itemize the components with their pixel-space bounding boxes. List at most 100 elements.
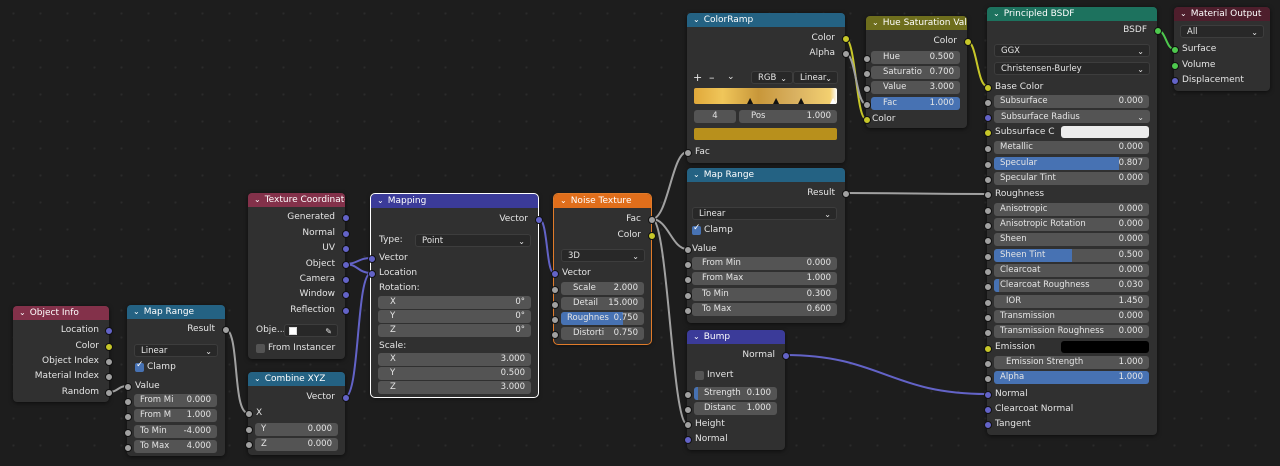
socket-metallic[interactable] [984,145,992,153]
chevron-down-icon[interactable]: ⌄ [254,372,261,386]
socket-displacement[interactable] [1171,77,1179,85]
scale-field[interactable]: Scale 2.000 [561,282,644,295]
scale-x-field[interactable]: X 3.000 [378,353,531,366]
socket-result[interactable] [842,190,850,198]
socket-bsdf[interactable] [1154,27,1162,35]
combine-xyz-node[interactable]: ⌄ Combine XYZ Vector X Y 0.000 Z 0.000 [245,372,350,455]
to-max-field[interactable]: To Max 0.600 [692,303,837,316]
interpolation-dropdown[interactable]: Linear ⌄ [793,71,838,84]
socket-alpha[interactable] [842,50,850,58]
anisotropic-rotation-field[interactable]: Anisotropic Rotation 0.000 [994,218,1149,231]
object-picker[interactable]: ✎ [284,324,338,337]
socket-fac[interactable] [863,101,871,109]
to-max-field[interactable]: To Max 4.000 [134,440,217,453]
transmission-field[interactable]: Transmission 0.000 [994,310,1149,323]
clamp-checkbox[interactable] [692,223,701,235]
colorramp-header[interactable]: ⌄ ColorRamp [687,13,845,27]
map-range-header[interactable]: ⌄ Map Range [127,305,225,319]
map-range-header[interactable]: ⌄ Map Range [687,168,845,182]
color-stop-handle-active[interactable]: ▲ [830,96,836,105]
socket-object[interactable] [342,261,350,269]
socket-x[interactable] [245,410,253,418]
z-field[interactable]: Z 0.000 [255,438,338,451]
socket-object-index[interactable] [105,358,113,366]
value-field[interactable]: Value 3.000 [871,81,960,94]
socket-z[interactable] [245,441,253,449]
distance-field[interactable]: Distanc 1.000 [694,402,777,415]
socket-color-in[interactable] [863,116,871,124]
socket-surface[interactable] [1171,46,1179,54]
detail-field[interactable]: Detail 15.000 [561,297,644,310]
chevron-down-icon[interactable]: ⌄ [693,168,700,182]
chevron-down-icon[interactable]: ⌄ [133,305,140,319]
socket-transmission[interactable] [984,314,992,322]
combine-xyz-header[interactable]: ⌄ Combine XYZ [248,372,345,386]
socket-sheen[interactable] [984,237,992,245]
socket-generated[interactable] [342,214,350,222]
socket-detail[interactable] [551,301,559,309]
noise-texture-node[interactable]: ⌄ Noise Texture Fac Color 3D ⌄ Vector Scal… [551,193,656,345]
remove-stop-button[interactable]: – [709,71,715,84]
socket-normal[interactable] [984,391,992,399]
socket-to-max[interactable] [124,444,132,452]
subsurface-field[interactable]: Subsurface 0.000 [994,95,1149,108]
from-min-field[interactable]: From Mi 0.000 [134,394,217,407]
chevron-down-icon[interactable]: ⌄ [1180,7,1187,21]
socket-subsurface-radius[interactable] [984,114,992,122]
from-instancer-checkbox[interactable] [256,344,265,353]
object-info-node[interactable]: ⌄ Object Info Location Color Object Index… [13,306,113,402]
socket-window[interactable] [342,291,350,299]
socket-anisotropic-rotation[interactable] [984,222,992,230]
socket-value[interactable] [863,85,871,93]
mapping-node[interactable]: ⌄ Mapping Vector Type: Point ⌄ Vector Loca… [368,193,543,398]
map-range-node-2[interactable]: ⌄Map Range Result Linear⌄ Clamp Value Fr… [684,168,850,323]
hue-saturation-value-node[interactable]: ⌄Hue Saturation Value Color Hue 0.500 Sat… [863,16,972,128]
emission-color-swatch[interactable] [1061,341,1149,353]
socket-emission[interactable] [984,345,992,353]
socket-color[interactable] [648,232,656,240]
socket-value[interactable] [124,383,132,391]
saturation-field[interactable]: Saturatio 0.700 [871,66,960,79]
subsurface-color-swatch[interactable] [1061,126,1149,138]
socket-hue[interactable] [863,55,871,63]
socket-from-min[interactable] [124,398,132,406]
fac-field[interactable]: Fac 1.000 [871,97,960,110]
anisotropic-field[interactable]: Anisotropic 0.000 [994,203,1149,216]
to-min-field[interactable]: To Min -4.000 [134,425,217,438]
bump-header[interactable]: ⌄ Bump [687,330,785,344]
clearcoat-field[interactable]: Clearcoat 0.000 [994,264,1149,277]
dimensions-dropdown[interactable]: 3D ⌄ [561,249,645,262]
clamp-checkbox[interactable] [135,360,144,372]
from-max-field[interactable]: From Max 1.000 [692,272,837,285]
invert-checkbox[interactable] [695,371,704,380]
socket-to-max[interactable] [684,307,692,315]
socket-normal[interactable] [342,230,350,238]
socket-color[interactable] [842,35,850,43]
socket-normal-out[interactable] [782,352,790,360]
chevron-down-icon[interactable]: ⌄ [693,13,700,27]
stop-position-field[interactable]: Pos 1.000 [739,110,837,123]
socket-location[interactable] [105,327,113,335]
socket-vector-out[interactable] [342,394,350,402]
metallic-field[interactable]: Metallic 0.000 [994,141,1149,154]
color-mode-dropdown[interactable]: RGB ⌄ [751,71,793,84]
socket-reflection[interactable] [342,307,350,315]
socket-volume[interactable] [1171,62,1179,70]
ior-field[interactable]: IOR 1.450 [994,295,1149,308]
from-min-field[interactable]: From Min 0.000 [692,257,837,270]
hsv-header[interactable]: ⌄Hue Saturation Value [866,16,967,30]
socket-normal-in[interactable] [684,436,692,444]
socket-ior[interactable] [984,299,992,307]
socket-location[interactable] [368,270,376,278]
socket-subsurface[interactable] [984,99,992,107]
texture-coordinate-node[interactable]: ⌄ Texture Coordinate Generated Normal UV … [248,193,350,359]
socket-clearcoat[interactable] [984,268,992,276]
socket-specular[interactable] [984,161,992,169]
eyedropper-icon[interactable]: ✎ [325,325,332,336]
socket-tangent[interactable] [984,421,992,429]
strength-field[interactable]: Strength 0.100 [694,387,777,400]
socket-color-out[interactable] [964,38,972,46]
hue-field[interactable]: Hue 0.500 [871,51,960,64]
noise-texture-header[interactable]: ⌄ Noise Texture [554,194,651,208]
render-target-dropdown[interactable]: All ⌄ [1180,25,1264,38]
